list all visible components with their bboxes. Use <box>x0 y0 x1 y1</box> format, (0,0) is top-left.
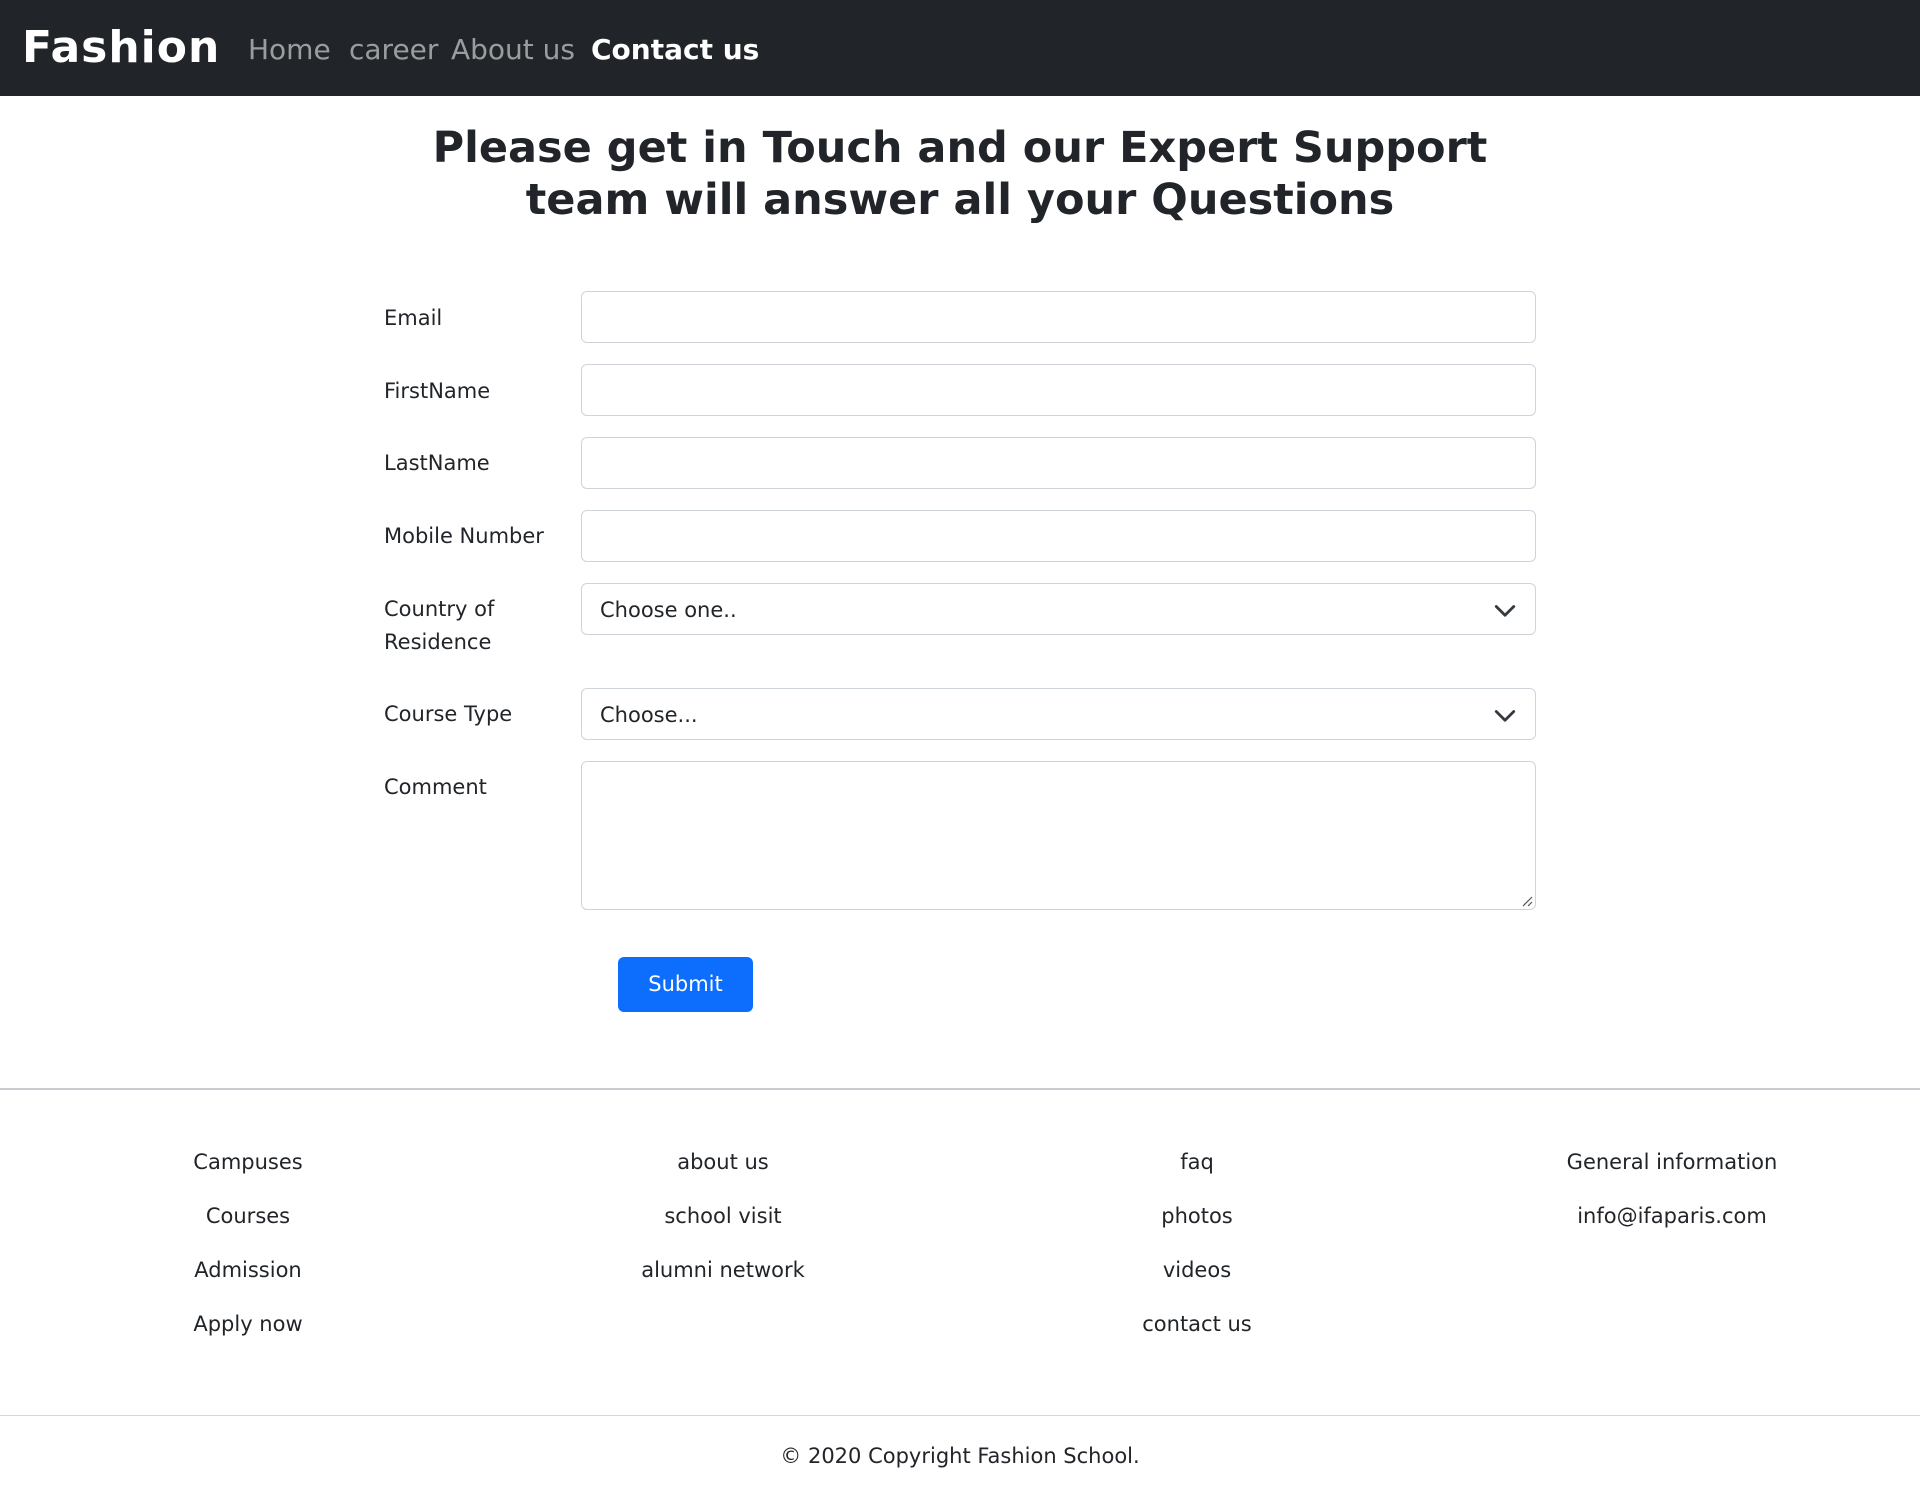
footer-link-contact-us[interactable]: contact us <box>997 1308 1397 1362</box>
firstname-field[interactable] <box>581 364 1536 416</box>
footer-link-photos[interactable]: photos <box>997 1200 1397 1254</box>
footer-column-2: about us school visit alumni network <box>523 1146 923 1308</box>
footer-column-4: General information info@ifaparis.com <box>1472 1146 1872 1254</box>
copyright-text: © 2020 Copyright Fashion School. <box>780 1444 1140 1468</box>
footer-link-videos[interactable]: videos <box>997 1254 1397 1308</box>
comment-textarea[interactable] <box>581 761 1536 910</box>
comment-label: Comment <box>384 775 487 799</box>
footer-link-apply-now[interactable]: Apply now <box>48 1308 448 1362</box>
country-label-line-2: Residence <box>384 630 492 654</box>
nav-link-home[interactable]: Home <box>248 30 331 70</box>
country-select[interactable]: Choose one.. <box>581 583 1536 635</box>
navbar: Fashion Home career About us Contact us <box>0 0 1920 96</box>
page-title-line-2: team will answer all your Questions <box>525 175 1395 225</box>
course-type-select-value: Choose... <box>600 703 698 727</box>
copyright-divider <box>0 1415 1920 1416</box>
firstname-label: FirstName <box>384 379 491 403</box>
chevron-down-icon <box>1494 605 1516 617</box>
mobile-label: Mobile Number <box>384 524 544 548</box>
footer-link-admission[interactable]: Admission <box>48 1254 448 1308</box>
footer-link-campuses[interactable]: Campuses <box>48 1146 448 1200</box>
resize-grip-icon[interactable] <box>1519 893 1533 907</box>
mobile-field[interactable] <box>581 510 1536 562</box>
footer-column-3: faq photos videos contact us <box>997 1146 1397 1362</box>
country-label-line-1: Country of <box>384 597 495 621</box>
country-select-value: Choose one.. <box>600 598 737 622</box>
page-title: Please get in Touch and our Expert Suppo… <box>360 122 1560 226</box>
footer-link-faq[interactable]: faq <box>997 1146 1397 1200</box>
nav-link-about-us[interactable]: About us <box>451 30 575 70</box>
brand-logo[interactable]: Fashion <box>22 22 220 74</box>
footer-link-alumni-network[interactable]: alumni network <box>523 1254 923 1308</box>
lastname-field[interactable] <box>581 437 1536 489</box>
footer-link-courses[interactable]: Courses <box>48 1200 448 1254</box>
page-title-line-1: Please get in Touch and our Expert Suppo… <box>432 123 1488 173</box>
footer-divider <box>0 1088 1920 1090</box>
footer-link-school-visit[interactable]: school visit <box>523 1200 923 1254</box>
footer-general-information: General information <box>1566 1150 1778 1174</box>
course-type-label: Course Type <box>384 702 513 726</box>
footer-link-about-us[interactable]: about us <box>523 1146 923 1200</box>
lastname-label: LastName <box>384 451 490 475</box>
chevron-down-icon <box>1494 710 1516 722</box>
email-label: Email <box>384 306 443 330</box>
email-field[interactable] <box>581 291 1536 343</box>
course-type-select[interactable]: Choose... <box>581 688 1536 740</box>
submit-button[interactable]: Submit <box>618 957 753 1012</box>
footer-email-link[interactable]: info@ifaparis.com <box>1472 1200 1872 1254</box>
footer-column-1: Campuses Courses Admission Apply now <box>48 1146 448 1362</box>
nav-link-contact-us[interactable]: Contact us <box>591 30 759 70</box>
nav-link-career[interactable]: career <box>349 30 438 70</box>
